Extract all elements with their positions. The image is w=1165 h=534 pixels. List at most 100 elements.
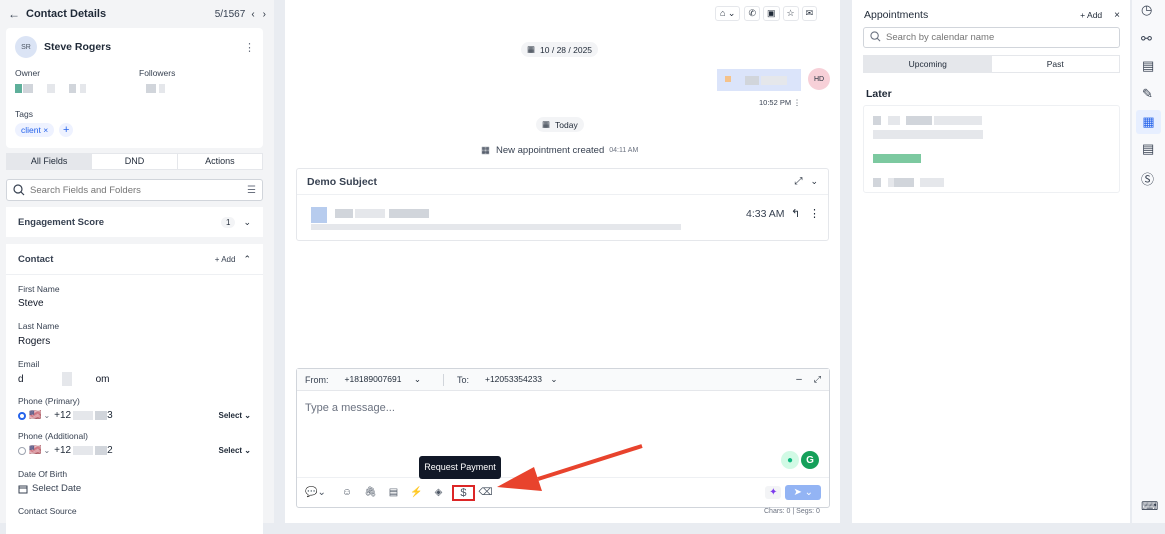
- archive-icon[interactable]: ▣: [763, 6, 780, 21]
- email-thread-card[interactable]: Demo Subject ⤢ ⌄ 4:33 AM ↰ ⋮: [296, 168, 829, 241]
- phone-type-select[interactable]: Select ⌄: [218, 446, 251, 455]
- document-icon[interactable]: ▤: [1142, 141, 1154, 157]
- followers-value[interactable]: [146, 83, 165, 94]
- dollar-circle-icon[interactable]: Ⓢ: [1141, 169, 1154, 188]
- engagement-score-section[interactable]: Engagement Score 1 ⌄: [6, 207, 263, 237]
- keyboard-icon[interactable]: ⌨: [1141, 499, 1158, 513]
- reply-icon[interactable]: ↰: [791, 207, 800, 220]
- minimize-icon[interactable]: –: [796, 374, 802, 385]
- from-number-select[interactable]: +18189007691 ⌄: [345, 374, 421, 385]
- phone-additional-label: Phone (Additional): [18, 431, 88, 441]
- us-flag-icon[interactable]: 🇺🇸: [29, 410, 41, 421]
- send-button[interactable]: ➤ ⌄: [785, 485, 821, 500]
- dob-label: Date Of Birth: [18, 469, 68, 479]
- email-label: Email: [18, 359, 40, 369]
- clipboard-icon[interactable]: ▤: [1142, 58, 1154, 74]
- us-flag-icon[interactable]: 🇺🇸: [29, 445, 41, 456]
- remove-tag-icon[interactable]: ×: [43, 125, 48, 135]
- contact-avatar: HD: [808, 68, 830, 90]
- tab-upcoming[interactable]: Upcoming: [864, 56, 992, 72]
- prev-record-icon[interactable]: ‹: [251, 9, 254, 20]
- phone-icon[interactable]: ✆: [744, 6, 761, 21]
- phone-type-select[interactable]: Select ⌄: [218, 411, 251, 420]
- more-options-icon[interactable]: ⋮: [244, 41, 255, 54]
- email-value[interactable]: d om: [18, 372, 109, 386]
- contact-card: SR Steve Rogers ⋮ Owner Followers Tags c…: [6, 28, 263, 148]
- expand-icon[interactable]: ⤢: [794, 176, 802, 187]
- add-appointment-button[interactable]: + Add: [1080, 10, 1102, 20]
- request-payment-tooltip: Request Payment: [419, 456, 501, 479]
- emoji-icon[interactable]: ☺: [342, 487, 352, 498]
- left-tabs: All Fields DND Actions: [6, 153, 263, 170]
- history-icon[interactable]: ◷: [1141, 2, 1152, 18]
- tag-icon[interactable]: ◈: [435, 487, 443, 498]
- appointment-tabs: Upcoming Past: [863, 55, 1120, 73]
- grammarly-icon[interactable]: G: [801, 451, 819, 469]
- tab-dnd[interactable]: DND: [91, 154, 176, 169]
- composer-toolbar: 💬⌄ ☺ 🖇 ▤ ⚡ ◈ $ ⌫ ✦ ➤ ⌄: [297, 477, 829, 507]
- add-field-button[interactable]: + Add: [215, 255, 236, 264]
- search-fields-input[interactable]: [30, 184, 230, 196]
- phone-primary-value[interactable]: +12: [54, 410, 71, 421]
- chevron-down-icon[interactable]: ⌄: [810, 176, 818, 187]
- to-number-select[interactable]: +12053354233 ⌄: [485, 374, 557, 385]
- dob-picker[interactable]: Select Date: [18, 483, 81, 494]
- calendar-search[interactable]: [863, 27, 1120, 48]
- mail-icon[interactable]: ✉: [801, 6, 818, 21]
- phone-additional-row: 🇺🇸 ⌄ +12 2 Select ⌄: [18, 445, 251, 456]
- channel-dropdown[interactable]: ⌂ ⌄: [715, 6, 741, 21]
- first-name-value[interactable]: Steve: [18, 298, 44, 309]
- clear-icon[interactable]: ⌫: [479, 487, 493, 498]
- add-tag-button[interactable]: +: [59, 123, 74, 137]
- message-input[interactable]: Type a message...: [305, 402, 395, 414]
- chevron-up-icon[interactable]: ⌃: [243, 254, 251, 265]
- filter-icon[interactable]: ☰: [247, 185, 256, 196]
- next-record-icon[interactable]: ›: [263, 9, 266, 20]
- tab-past[interactable]: Past: [992, 56, 1120, 72]
- country-chevron-icon[interactable]: ⌄: [43, 446, 50, 455]
- email-more-icon[interactable]: ⋮: [809, 207, 820, 220]
- tab-all-fields[interactable]: All Fields: [7, 154, 92, 169]
- close-icon[interactable]: ×: [1114, 10, 1120, 21]
- lightning-icon[interactable]: ⚡: [410, 487, 422, 498]
- calendar-icon: [18, 484, 28, 494]
- ai-sparkle-icon[interactable]: ✦: [765, 486, 782, 499]
- appointment-activity: ▦ New appointment created 04:11 AM: [481, 145, 639, 156]
- calendar-search-input[interactable]: [886, 32, 1106, 43]
- expand-icon[interactable]: ⤢: [814, 374, 821, 385]
- search-icon: [13, 184, 25, 196]
- outgoing-message-bubble[interactable]: [717, 69, 801, 91]
- conversation-toolbar: ⌂ ⌄ ✆ ▣ ☆ ✉: [715, 6, 818, 21]
- engagement-score-label: Engagement Score: [18, 216, 105, 228]
- dollar-icon[interactable]: $: [452, 484, 475, 501]
- message-time: 10:52 PM ⋮: [759, 98, 801, 107]
- phone-primary-label: Phone (Primary): [18, 396, 80, 406]
- primary-radio[interactable]: [18, 411, 26, 420]
- appointment-card[interactable]: [863, 105, 1120, 193]
- last-name-value[interactable]: Rogers: [18, 336, 50, 347]
- message-composer: From: +18189007691 ⌄ To: +12053354233 ⌄ …: [296, 368, 830, 508]
- additional-radio[interactable]: [18, 446, 26, 455]
- phone-additional-value[interactable]: +12: [54, 445, 71, 456]
- first-name-label: First Name: [18, 284, 60, 294]
- channel-switch-icon[interactable]: 💬⌄: [305, 487, 326, 498]
- workflow-icon[interactable]: ⚯: [1141, 31, 1152, 47]
- owner-value[interactable]: [15, 83, 86, 94]
- attachment-icon[interactable]: 🖇: [364, 487, 377, 498]
- from-label: From:: [305, 374, 329, 385]
- pencil-icon[interactable]: ✎: [1142, 86, 1153, 102]
- assistant-icon[interactable]: ●: [781, 451, 799, 469]
- calendar-rail-button[interactable]: ▦: [1136, 110, 1161, 134]
- field-search[interactable]: ☰: [6, 179, 263, 201]
- char-counter: Chars: 0 | Segs: 0: [764, 508, 820, 515]
- email-time: 4:33 AM: [746, 208, 785, 220]
- appointments-title: Appointments: [864, 9, 929, 21]
- document-icon[interactable]: ▤: [389, 487, 398, 498]
- country-chevron-icon[interactable]: ⌄: [43, 411, 50, 420]
- tag-client[interactable]: client ×: [15, 123, 55, 137]
- back-arrow-icon[interactable]: ←: [8, 7, 20, 21]
- star-icon[interactable]: ☆: [782, 6, 799, 21]
- chevron-down-icon[interactable]: ⌄: [243, 217, 251, 228]
- owner-label: Owner: [15, 68, 41, 78]
- tab-actions[interactable]: Actions: [176, 154, 262, 169]
